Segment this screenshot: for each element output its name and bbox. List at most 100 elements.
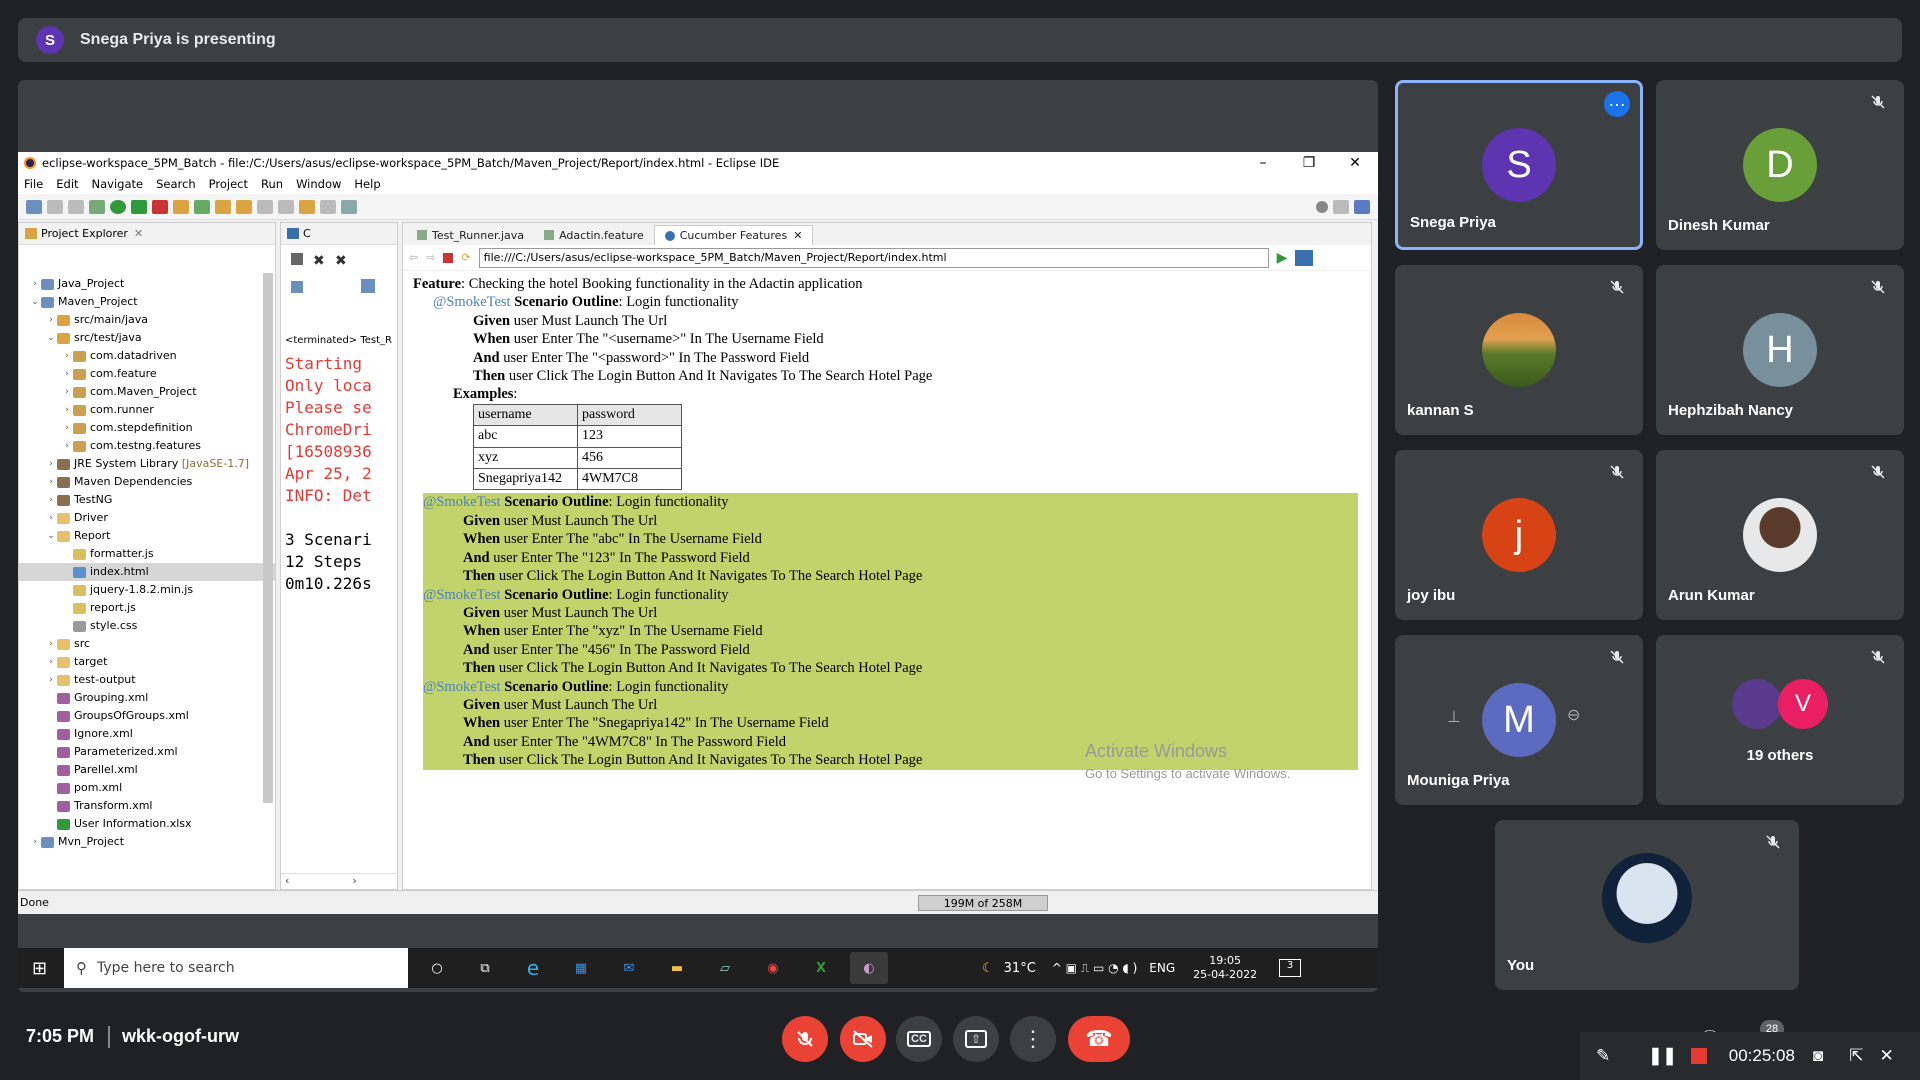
participant-tile[interactable]: kannan S [1395, 265, 1643, 435]
save-all-icon[interactable] [68, 199, 84, 214]
edge-icon[interactable]: e [514, 952, 552, 984]
chrome-icon[interactable]: ◉ [754, 952, 792, 984]
console-hscroll[interactable]: ‹ › [281, 873, 397, 889]
pin-console-icon[interactable] [361, 279, 375, 293]
new-package-icon[interactable] [173, 199, 189, 214]
menu-item-navigate[interactable]: Navigate [92, 177, 144, 191]
tree-item[interactable]: › src [19, 635, 275, 653]
mic-off-button[interactable] [782, 1016, 828, 1062]
url-field[interactable]: file:///C:/Users/asus/eclipse-workspace_… [478, 247, 1269, 268]
editor-tab[interactable]: Adactin.feature [534, 225, 654, 245]
editor-tab[interactable]: Test_Runner.java [407, 225, 534, 245]
tree-item[interactable]: › com.runner [19, 401, 275, 419]
tree-arrow-icon[interactable]: › [61, 383, 73, 401]
coverage-icon[interactable] [131, 199, 147, 214]
annotation-icon[interactable] [278, 199, 294, 214]
tree-scrollbar[interactable] [263, 273, 273, 803]
close-icon[interactable]: ✕ [1332, 152, 1378, 174]
menu-item-help[interactable]: Help [354, 177, 380, 191]
tree-arrow-icon[interactable]: › [45, 671, 57, 689]
stop-icon[interactable] [443, 252, 454, 263]
tree-arrow-icon[interactable]: › [61, 437, 73, 455]
file-explorer-icon[interactable]: ▬ [658, 952, 696, 984]
tree-item[interactable]: › test-output [19, 671, 275, 689]
tree-arrow-icon[interactable]: › [45, 491, 57, 509]
go-icon[interactable]: ▶ [1277, 250, 1288, 266]
search-tool-icon[interactable] [257, 199, 273, 214]
back-arrow-icon[interactable]: ⇦ [409, 251, 418, 264]
tree-arrow-icon[interactable]: › [45, 509, 57, 527]
tray-icons[interactable]: ^ ▣ ⎍ ▭ ◔ ◖ ) [1052, 961, 1138, 976]
remove-all-icon[interactable]: ✖ [335, 253, 347, 269]
remove-launch-icon[interactable]: ✖ [313, 253, 325, 269]
open-type-icon[interactable] [215, 199, 231, 214]
participant-tile[interactable]: H Hephzibah Nancy [1656, 265, 1904, 435]
tree-item[interactable]: Parameterized.xml [19, 743, 275, 761]
debug-icon[interactable] [89, 199, 105, 214]
tree-item[interactable]: Transform.xml [19, 797, 275, 815]
taskbar-clock[interactable]: 19:05 25-04-2022 [1193, 954, 1257, 982]
tree-item[interactable]: › JRE System Library [JavaSE-1.7] [19, 455, 275, 473]
menu-item-file[interactable]: File [24, 177, 43, 191]
tree-item[interactable]: › com.Maven_Project [19, 383, 275, 401]
pause-icon[interactable]: ❚❚ [1648, 1046, 1677, 1066]
tree-item[interactable]: GroupsOfGroups.xml [19, 707, 275, 725]
tree-item[interactable]: index.html [19, 563, 275, 581]
menu-item-edit[interactable]: Edit [56, 177, 78, 191]
tree-arrow-icon[interactable]: › [45, 473, 57, 491]
captions-button[interactable]: CC [896, 1016, 942, 1062]
external-tools-icon[interactable] [152, 199, 168, 214]
tree-arrow-icon[interactable]: › [29, 275, 41, 293]
task-view-icon[interactable]: ⧉ [466, 952, 504, 984]
search-icon[interactable] [1316, 200, 1328, 213]
participant-tile[interactable]: V 19 others [1656, 635, 1904, 805]
tree-item[interactable]: › com.feature [19, 365, 275, 383]
tree-item[interactable]: › com.stepdefinition [19, 419, 275, 437]
forward-arrow-icon[interactable]: ⇨ [426, 251, 435, 264]
forward-icon[interactable] [320, 199, 336, 214]
tree-item[interactable]: report.js [19, 599, 275, 617]
menu-item-window[interactable]: Window [296, 177, 341, 191]
tree-arrow-icon[interactable]: › [45, 653, 57, 671]
participant-tile[interactable]: Arun Kumar [1656, 450, 1904, 620]
scroll-lock-icon[interactable] [291, 281, 303, 293]
open-external-icon[interactable] [1295, 249, 1314, 266]
heap-status[interactable]: 199M of 258M [918, 894, 1048, 911]
tree-arrow-icon[interactable]: › [61, 347, 73, 365]
tree-item[interactable]: ⌄ Report [19, 527, 275, 545]
tree-arrow-icon[interactable]: ⌄ [45, 527, 57, 545]
notification-icon[interactable]: 3 [1279, 959, 1302, 977]
tree-item[interactable]: Parellel.xml [19, 761, 275, 779]
store-icon[interactable]: ▦ [562, 952, 600, 984]
taskbar-search[interactable]: ⚲ Type here to search [64, 948, 408, 988]
participant-tile[interactable]: M Mouniga Priya ⊥ ⊖ [1395, 635, 1643, 805]
tree-item[interactable]: ⌄ src/test/java [19, 329, 275, 347]
camera-off-button[interactable] [840, 1016, 886, 1062]
tree-item[interactable]: Ignore.xml [19, 725, 275, 743]
close-tab-icon[interactable]: ✕ [793, 229, 802, 242]
tree-item[interactable]: › Java_Project [19, 275, 275, 293]
restore-icon[interactable]: ❐ [1286, 152, 1332, 174]
tree-item[interactable]: › Maven Dependencies [19, 473, 275, 491]
screenshot-icon[interactable]: ◙ [1813, 1046, 1823, 1066]
open-perspective-icon[interactable] [1333, 199, 1349, 214]
tree-arrow-icon[interactable]: › [29, 833, 41, 851]
close-recorder-icon[interactable]: ✕ [1879, 1046, 1893, 1066]
tree-arrow-icon[interactable]: › [61, 365, 73, 383]
open-folder-icon[interactable] [236, 199, 252, 214]
tile-more-icon[interactable]: … [1604, 91, 1630, 117]
popout-icon[interactable]: ⇱ [1849, 1046, 1863, 1066]
tree-item[interactable]: › src/main/java [19, 311, 275, 329]
excel-icon[interactable]: X [802, 952, 840, 984]
tree-item[interactable]: › Driver [19, 509, 275, 527]
participant-tile[interactable]: D Dinesh Kumar [1656, 80, 1904, 250]
close-view-icon[interactable]: ✕ [134, 227, 143, 240]
participant-tile[interactable]: S Snega Priya… [1395, 80, 1643, 250]
stop-recording-icon[interactable] [1690, 1048, 1707, 1064]
tree-arrow-icon[interactable]: › [45, 635, 57, 653]
tree-arrow-icon[interactable]: › [61, 419, 73, 437]
tree-arrow-icon[interactable]: ⌄ [45, 329, 57, 347]
menu-item-search[interactable]: Search [156, 177, 196, 191]
tree-item[interactable]: pom.xml [19, 779, 275, 797]
menu-item-run[interactable]: Run [261, 177, 283, 191]
